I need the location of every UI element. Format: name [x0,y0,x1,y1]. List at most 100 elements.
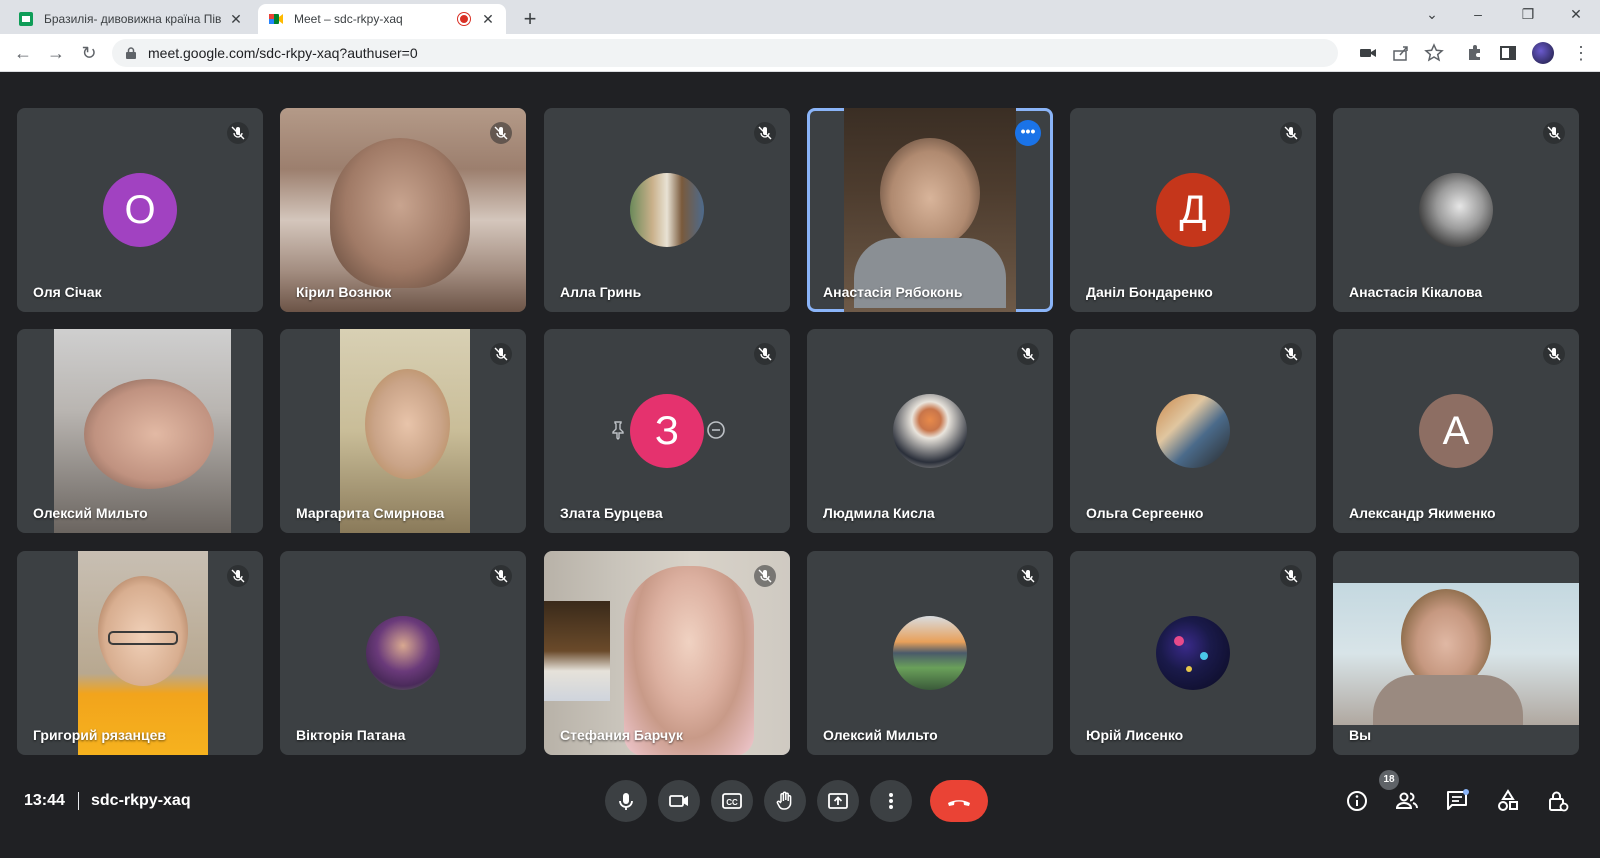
participant-tile[interactable]: Олексий Мильто [807,551,1053,755]
hand-icon [776,791,792,810]
svg-text:CC: CC [726,798,738,807]
participant-tile-self[interactable]: Вы [1333,551,1579,755]
url-text: meet.google.com/sdc-rkpy-xaq?authuser=0 [148,45,418,61]
mic-off-icon [754,565,776,587]
participant-name: Вы [1349,727,1372,743]
participant-tile[interactable]: Вікторія Патана [280,551,526,755]
close-tab-icon[interactable]: ✕ [480,11,496,28]
menu-kebab-icon[interactable]: ⋮ [1570,42,1592,64]
video-feed [844,108,1016,312]
mic-off-icon [754,343,776,365]
participant-tile[interactable]: Д Даніл Бондаренко [1070,108,1316,312]
new-tab-icon[interactable]: + [518,6,542,32]
share-icon[interactable] [1391,43,1411,63]
participant-name: Людмила Кисла [823,505,935,521]
avatar [630,173,704,247]
video-feed [340,329,470,533]
participant-name: Анастасія Кікалова [1349,284,1483,300]
participant-count-badge: 18 [1379,770,1399,790]
more-options-icon[interactable]: ••• [1015,120,1041,146]
present-icon [828,793,848,809]
activities-icon[interactable] [1496,789,1520,813]
avatar [1156,394,1230,468]
bookmark-star-icon[interactable] [1424,43,1444,63]
address-toolbar: ← → ↻ meet.google.com/sdc-rkpy-xaq?authu… [0,34,1600,72]
more-options-button[interactable] [870,780,912,822]
tile-hover-controls [607,419,727,441]
participant-tile[interactable]: З Злата Бурцева [544,329,790,533]
camera-button[interactable] [658,780,700,822]
minimize-icon[interactable]: – [1468,6,1488,22]
restore-icon[interactable]: ❐ [1518,6,1538,23]
participant-tile[interactable]: Кірил Вознюк [280,108,526,312]
participant-tile[interactable]: Григорий рязанцев [17,551,263,755]
participant-tile[interactable]: Ольга Сергеенко [1070,329,1316,533]
browser-tab-meet[interactable]: Meet – sdc-rkpy-xaq ✕ [258,4,506,34]
remove-icon[interactable] [705,419,727,441]
raise-hand-button[interactable] [764,780,806,822]
meeting-details-icon[interactable] [1345,789,1369,813]
video-feed [78,551,208,755]
participant-name: Кірил Вознюк [296,284,392,300]
participant-tile[interactable]: О Оля Січак [17,108,263,312]
mic-off-icon [490,565,512,587]
participant-tile[interactable]: Людмила Кисла [807,329,1053,533]
participant-tile[interactable]: А Александр Якименко [1333,329,1579,533]
participant-tile[interactable]: Юрій Лисенко [1070,551,1316,755]
people-icon[interactable] [1395,789,1419,813]
more-vert-icon [889,793,893,809]
participant-name: Олексий Мильто [823,727,938,743]
participant-name: Маргарита Смирнова [296,505,445,521]
browser-tab-slides[interactable]: Бразилія- дивовижна країна Пів ✕ [8,4,254,34]
participant-tile[interactable]: Стефания Барчук [544,551,790,755]
present-screen-button[interactable] [817,780,859,822]
pin-icon[interactable] [607,419,629,441]
mic-off-icon [490,343,512,365]
tab-title: Бразилія- дивовижна країна Пів [44,12,222,26]
participant-name: Стефания Барчук [560,727,683,743]
mic-off-icon [1280,565,1302,587]
avatar [893,394,967,468]
meeting-controls-bar: 13:44 sdc-rkpy-xaq CC 18 [0,770,1600,858]
participant-name: Алла Гринь [560,284,642,300]
mic-off-icon [227,122,249,144]
extensions-icon[interactable] [1465,43,1485,63]
camera-blocked-icon[interactable] [1358,43,1378,63]
back-icon[interactable]: ← [12,42,34,64]
mic-off-icon [1543,122,1565,144]
participant-name: Даніл Бондаренко [1086,284,1213,300]
participant-tile-active[interactable]: ••• Анастасія Рябоконь [807,108,1053,312]
tab-title: Meet – sdc-rkpy-xaq [294,12,403,26]
captions-button[interactable]: CC [711,780,753,822]
video-feed [544,551,790,755]
participant-name: Анастасія Рябоконь [823,284,963,300]
close-tab-icon[interactable]: ✕ [228,11,244,28]
mic-off-icon [490,122,512,144]
close-window-icon[interactable]: ✕ [1566,6,1586,23]
side-panel-icon[interactable] [1498,43,1518,63]
participant-tile[interactable]: Олексий Мильто [17,329,263,533]
mic-off-icon [1543,343,1565,365]
divider [78,792,79,810]
meeting-code: sdc-rkpy-xaq [91,792,191,809]
microphone-button[interactable] [605,780,647,822]
end-call-button[interactable] [930,780,988,822]
participant-tile[interactable]: Анастасія Кікалова [1333,108,1579,312]
avatar [366,616,440,690]
profile-avatar[interactable] [1532,42,1554,64]
lock-icon [126,47,136,59]
mic-off-icon [227,565,249,587]
participant-tile[interactable]: Алла Гринь [544,108,790,312]
tab-search-icon[interactable]: ⌄ [1422,6,1442,23]
captions-icon: CC [722,793,742,809]
chat-icon[interactable] [1445,789,1469,813]
participant-name: Вікторія Патана [296,727,406,743]
url-field[interactable]: meet.google.com/sdc-rkpy-xaq?authuser=0 [112,39,1338,67]
video-feed [280,108,526,312]
forward-icon[interactable]: → [45,42,67,64]
host-controls-icon[interactable] [1546,789,1570,813]
mic-off-icon [1017,343,1039,365]
participant-tile[interactable]: Маргарита Смирнова [280,329,526,533]
reload-icon[interactable]: ↻ [78,42,100,64]
participant-name: Злата Бурцева [560,505,663,521]
